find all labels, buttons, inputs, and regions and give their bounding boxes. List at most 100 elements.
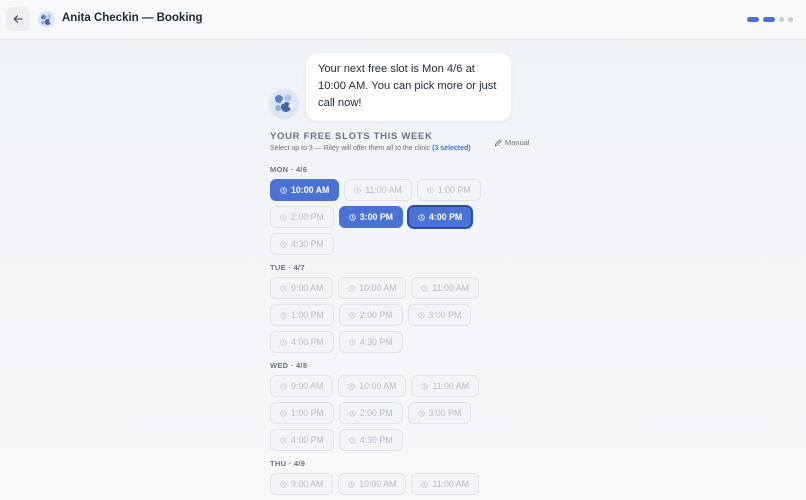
day-group: WED · 4/8 9:00 AM 10:00 AM 11:00 AM 1:00 PM 2… — [270, 361, 570, 451]
clock-icon — [280, 240, 287, 248]
time-slot-label: 10:00 AM — [359, 381, 397, 391]
time-slot-label: 10:00 AM — [359, 283, 397, 293]
contact-avatar — [38, 11, 55, 28]
slot-list: MON · 4/6 10:00 AM 11:00 AM 1:00 PM 2:00 PM 3… — [270, 165, 570, 500]
time-slot-chip[interactable]: 3:00 PM — [407, 402, 472, 424]
time-slot-chip[interactable]: 2:00 PM — [270, 206, 334, 228]
clock-icon — [280, 213, 287, 221]
time-slot-chip[interactable]: 10:00 AM — [338, 277, 407, 299]
time-slot-list: 10:00 AM 11:00 AM 1:00 PM 2:00 PM 3:00 PM 4:0… — [270, 179, 490, 255]
progress-step — [788, 17, 793, 22]
clock-icon — [280, 382, 287, 390]
clock-icon — [349, 409, 356, 417]
clock-icon — [348, 382, 355, 390]
clock-icon — [427, 186, 434, 194]
time-slot-chip[interactable]: 4:00 PM — [408, 206, 473, 228]
clock-icon — [417, 311, 425, 319]
time-slot-chip[interactable]: 11:00 AM — [411, 375, 479, 397]
time-slot-chip[interactable]: 9:00 AM — [270, 375, 334, 397]
slots-heading: YOUR FREE SLOTS THIS WEEK — [270, 131, 433, 142]
time-slot-label: 10:00 AM — [291, 185, 330, 195]
clock-icon — [348, 284, 355, 292]
day-group: THU · 4/9 9:00 AM 10:00 AM 11:00 AM — [270, 459, 570, 495]
time-slot-chip[interactable]: 1:00 PM — [270, 402, 334, 424]
time-slot-chip[interactable]: 4:30 PM — [338, 331, 403, 353]
time-slot-label: 11:00 AM — [432, 283, 469, 293]
time-slot-label: 11:00 AM — [432, 479, 469, 489]
assistant-message-bubble: Your next free slot is Mon 4/6 at 10:00 … — [306, 53, 511, 121]
time-slot-label: 1:00 PM — [291, 408, 324, 418]
time-slot-label: 1:00 PM — [437, 185, 471, 195]
time-slot-label: 2:00 PM — [359, 310, 393, 320]
back-button[interactable] — [6, 7, 30, 31]
time-slot-chip[interactable]: 4:00 PM — [270, 331, 334, 353]
pencil-icon — [494, 139, 502, 146]
clock-icon — [280, 186, 287, 194]
time-slot-label: 3:00 PM — [359, 212, 394, 222]
time-slot-label: 1:00 PM — [291, 310, 324, 320]
progress-step — [763, 17, 775, 22]
time-slot-list: 9:00 AM 10:00 AM 11:00 AM 1:00 PM 2:00 PM 3:0… — [270, 277, 490, 353]
time-slot-list: 9:00 AM 10:00 AM 11:00 AM — [270, 473, 490, 495]
clock-icon — [418, 213, 425, 221]
assistant-avatar — [270, 89, 298, 117]
clock-icon — [349, 338, 356, 346]
step-progress — [747, 17, 793, 22]
clock-icon — [280, 311, 287, 319]
time-slot-label: 9:00 AM — [291, 381, 324, 391]
time-slot-chip[interactable]: 11:00 AM — [344, 179, 412, 201]
time-slot-label: 2:00 PM — [291, 212, 324, 222]
time-slot-label: 11:00 AM — [432, 381, 469, 391]
time-slot-label: 4:00 PM — [291, 435, 324, 445]
progress-step — [747, 17, 759, 22]
time-slot-chip[interactable]: 9:00 AM — [270, 473, 334, 495]
time-slot-label: 9:00 AM — [291, 283, 324, 293]
time-slot-chip[interactable]: 1:00 PM — [416, 179, 481, 201]
clock-icon — [349, 311, 356, 319]
time-slot-label: 4:30 PM — [359, 435, 393, 445]
time-slot-label: 2:00 PM — [359, 408, 393, 418]
time-slot-chip[interactable]: 10:00 AM — [338, 473, 407, 495]
time-slot-label: 4:00 PM — [291, 337, 324, 347]
time-slot-chip[interactable]: 2:00 PM — [338, 304, 403, 326]
day-group: MON · 4/6 10:00 AM 11:00 AM 1:00 PM 2:00 PM 3… — [270, 165, 570, 255]
slots-instructions: Select up to 3 — Riley will offer them a… — [270, 145, 431, 152]
clock-icon — [280, 338, 287, 346]
time-slot-chip[interactable]: 11:00 AM — [411, 277, 479, 299]
time-slot-chip[interactable]: 3:00 PM — [338, 206, 404, 228]
time-slot-chip[interactable]: 4:30 PM — [270, 233, 334, 255]
time-slot-chip[interactable]: 11:00 AM — [411, 473, 479, 495]
clock-icon — [349, 436, 356, 444]
clock-icon — [349, 213, 356, 221]
progress-step — [779, 17, 784, 22]
top-bar: Anita Checkin — Booking — [0, 0, 806, 40]
day-group: TUE · 4/7 9:00 AM 10:00 AM 11:00 AM 1:00 PM 2… — [270, 263, 570, 353]
day-label: WED · 4/8 — [270, 361, 308, 370]
time-slot-chip[interactable]: 10:00 AM — [338, 375, 407, 397]
time-slot-chip[interactable]: 1:00 PM — [270, 304, 334, 326]
clock-icon — [280, 409, 287, 417]
slots-subtitle: Select up to 3 — Riley will offer them a… — [270, 145, 471, 152]
time-slot-chip[interactable]: 9:00 AM — [270, 277, 334, 299]
clock-icon — [421, 382, 429, 390]
manual-label: Manual — [505, 138, 530, 147]
time-slot-chip[interactable]: 4:00 PM — [270, 429, 334, 451]
clock-icon — [421, 284, 429, 292]
time-slot-chip[interactable]: 3:00 PM — [407, 304, 472, 326]
clock-icon — [280, 436, 287, 444]
clock-icon — [280, 480, 287, 488]
time-slot-label: 4:30 PM — [291, 239, 324, 249]
time-slot-label: 9:00 AM — [291, 479, 324, 489]
time-slot-list: 9:00 AM 10:00 AM 11:00 AM 1:00 PM 2:00 PM 3:0… — [270, 375, 490, 451]
time-slot-chip[interactable]: 2:00 PM — [338, 402, 403, 424]
day-label: MON · 4/6 — [270, 165, 308, 174]
arrow-left-icon — [13, 15, 23, 23]
time-slot-chip[interactable]: 10:00 AM — [270, 179, 340, 201]
time-slot-label: 4:30 PM — [359, 337, 393, 347]
clock-icon — [348, 480, 355, 488]
time-slot-chip[interactable]: 4:30 PM — [338, 429, 403, 451]
clock-icon — [354, 186, 361, 194]
clock-icon — [421, 480, 429, 488]
clock-icon — [280, 284, 287, 292]
manual-button[interactable]: Manual — [494, 138, 530, 147]
